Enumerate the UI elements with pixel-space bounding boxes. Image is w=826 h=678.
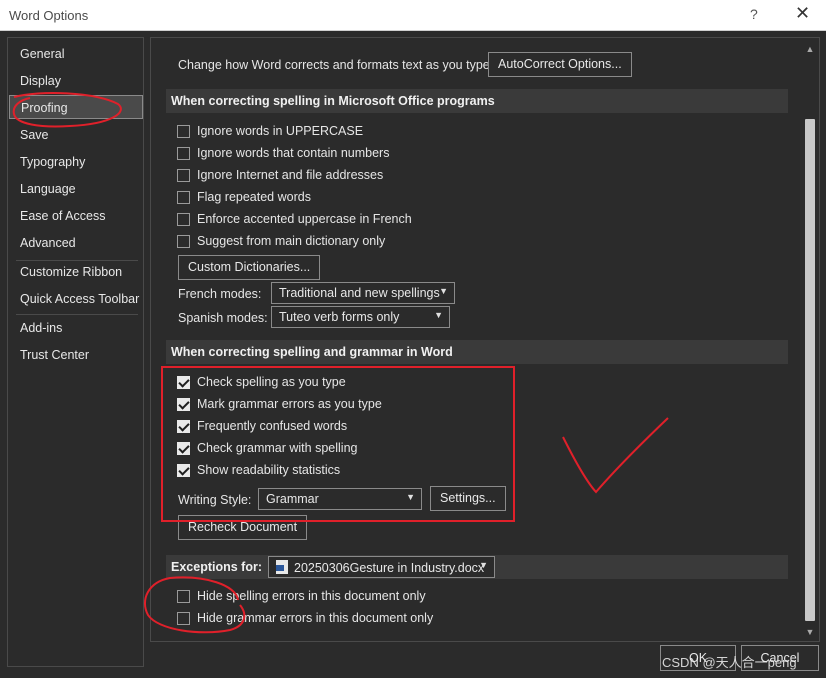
sidebar-nav: General Display Proofing Save Typography… [7,37,144,667]
checkbox[interactable] [177,124,190,138]
option-ignore-numbers[interactable]: Ignore words that contain numbers [177,144,389,162]
writing-style-select[interactable]: Grammar ▼ [258,488,422,510]
option-check-spelling[interactable]: Check spelling as you type [177,373,346,391]
french-modes-value: Traditional and new spellings [279,286,440,300]
chevron-down-icon: ▼ [479,560,488,570]
sidebar-divider [16,314,138,315]
exceptions-label: Exceptions for: [171,560,262,574]
option-label: Enforce accented uppercase in French [197,212,412,226]
option-readability-statistics[interactable]: Show readability statistics [177,461,340,479]
checkbox[interactable] [177,397,190,411]
option-label: Flag repeated words [197,190,311,204]
autocorrect-label: Change how Word corrects and formats tex… [178,58,494,72]
section-header-office: When correcting spelling in Microsoft Of… [166,89,788,113]
checkbox[interactable] [177,375,190,389]
option-flag-repeated-words[interactable]: Flag repeated words [177,188,311,206]
writing-style-value: Grammar [266,492,319,506]
checkbox[interactable] [177,168,190,182]
option-ignore-internet-addresses[interactable]: Ignore Internet and file addresses [177,166,383,184]
checkbox[interactable] [177,441,190,455]
sidebar-item-save[interactable]: Save [9,123,143,147]
autocorrect-options-button[interactable]: AutoCorrect Options... [488,52,632,77]
option-label: Ignore words in UPPERCASE [197,124,364,138]
option-hide-spelling-errors[interactable]: Hide spelling errors in this document on… [177,587,426,605]
checkbox[interactable] [177,589,190,603]
checkbox[interactable] [177,419,190,433]
exceptions-document-value: 20250306Gesture in Industry.docx [294,561,485,575]
option-label: Hide grammar errors in this document onl… [197,611,434,625]
scroll-down-icon[interactable]: ▼ [805,627,815,637]
sidebar-item-add-ins[interactable]: Add-ins [9,316,143,340]
option-label: Hide spelling errors in this document on… [197,589,426,603]
exceptions-document-select[interactable]: 20250306Gesture in Industry.docx ▼ [268,556,495,578]
option-label: Mark grammar errors as you type [197,397,382,411]
option-hide-grammar-errors[interactable]: Hide grammar errors in this document onl… [177,609,433,627]
sidebar-item-advanced[interactable]: Advanced [9,231,143,255]
option-label: Ignore words that contain numbers [197,146,390,160]
option-label: Ignore Internet and file addresses [197,168,384,182]
sidebar-item-customize-ribbon[interactable]: Customize Ribbon [9,260,143,284]
option-suggest-main-dictionary[interactable]: Suggest from main dictionary only [177,232,385,250]
french-modes-label: French modes: [178,287,262,301]
french-modes-select[interactable]: Traditional and new spellings ▼ [271,282,455,304]
chevron-down-icon: ▼ [406,492,415,502]
vertical-scrollbar[interactable]: ▲ ▼ [802,39,818,640]
checkbox[interactable] [177,611,190,625]
sidebar-item-language[interactable]: Language [9,177,143,201]
option-check-grammar[interactable]: Check grammar with spelling [177,439,357,457]
word-document-icon [276,560,288,574]
custom-dictionaries-button[interactable]: Custom Dictionaries... [178,255,321,280]
option-mark-grammar-errors[interactable]: Mark grammar errors as you type [177,395,382,413]
recheck-document-button[interactable]: Recheck Document [178,515,308,540]
option-enforce-accented-uppercase[interactable]: Enforce accented uppercase in French [177,210,412,228]
sidebar-item-typography[interactable]: Typography [9,150,143,174]
checkbox[interactable] [177,146,190,160]
option-label: Frequently confused words [197,419,348,433]
chevron-down-icon: ▼ [434,310,443,320]
title-bar: Word Options ? ✕ [0,0,826,31]
sidebar-item-proofing[interactable]: Proofing [9,95,143,119]
chevron-down-icon: ▼ [439,286,448,296]
spanish-modes-select[interactable]: Tuteo verb forms only ▼ [271,306,450,328]
scroll-up-icon[interactable]: ▲ [805,44,815,54]
sidebar-item-trust-center[interactable]: Trust Center [9,343,143,367]
proofing-panel: Change how Word corrects and formats tex… [150,37,820,642]
sidebar-item-display[interactable]: Display [9,69,143,93]
window-title: Word Options [9,8,89,23]
settings-button[interactable]: Settings... [430,486,506,511]
option-label: Show readability statistics [197,463,341,477]
help-icon[interactable]: ? [750,6,758,22]
spanish-modes-value: Tuteo verb forms only [279,310,400,324]
checkbox[interactable] [177,463,190,477]
checkbox[interactable] [177,190,190,204]
sidebar-item-quick-access-toolbar[interactable]: Quick Access Toolbar [9,287,143,311]
sidebar-item-general[interactable]: General [9,42,143,66]
checkbox[interactable] [177,212,190,226]
option-ignore-uppercase[interactable]: Ignore words in UPPERCASE [177,122,363,140]
scrollbar-thumb[interactable] [805,119,815,621]
option-label: Check grammar with spelling [197,441,358,455]
watermark: CSDN @天人合一peng [662,655,797,670]
option-label: Suggest from main dictionary only [197,234,386,248]
section-header-word: When correcting spelling and grammar in … [166,340,788,364]
writing-style-label: Writing Style: [178,493,252,507]
option-confused-words[interactable]: Frequently confused words [177,417,347,435]
checkbox[interactable] [177,234,190,248]
sidebar-item-ease-of-access[interactable]: Ease of Access [9,204,143,228]
option-label: Check spelling as you type [197,375,346,389]
close-icon[interactable]: ✕ [795,3,810,24]
spanish-modes-label: Spanish modes: [178,311,268,325]
